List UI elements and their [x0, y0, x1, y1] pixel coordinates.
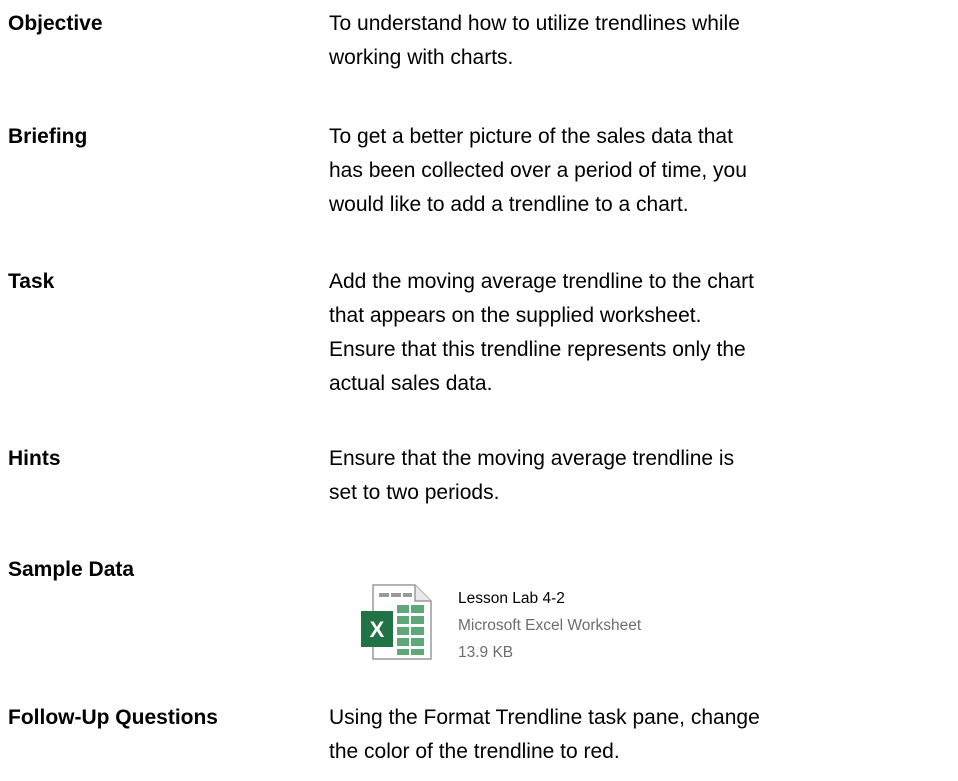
- follow-up-text: Using the Format Trendline task pane, ch…: [329, 706, 760, 763]
- task-label: Task: [8, 270, 55, 293]
- excel-worksheet-icon: X: [361, 584, 432, 660]
- objective-text: To understand how to utilize trendlines …: [329, 12, 740, 69]
- follow-up-label: Follow-Up Questions: [8, 706, 218, 729]
- file-type: Microsoft Excel Worksheet: [458, 617, 642, 634]
- briefing-label: Briefing: [8, 125, 88, 148]
- hints-label: Hints: [8, 447, 61, 470]
- svg-text:X: X: [370, 617, 385, 642]
- lab-sheet: Objective To understand how to utilize t…: [0, 0, 958, 781]
- file-name: Lesson Lab 4-2: [458, 590, 565, 607]
- objective-label: Objective: [8, 12, 103, 35]
- hints-text: Ensure that the moving average trendline…: [329, 447, 735, 504]
- briefing-text: To get a better picture of the sales dat…: [329, 125, 747, 216]
- sample-data-label: Sample Data: [8, 558, 135, 581]
- task-text: Add the moving average trendline to the …: [329, 270, 754, 395]
- file-attachment[interactable]: X Lesson Lab 4-2 Microsoft Excel Workshe…: [359, 581, 779, 673]
- file-size: 13.9 KB: [458, 644, 514, 661]
